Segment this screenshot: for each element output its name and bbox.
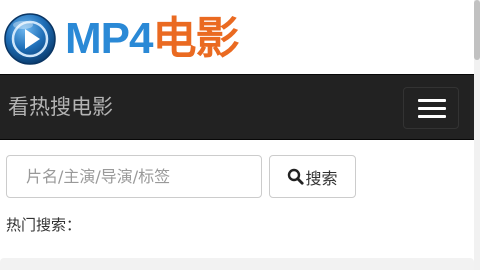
scrollbar-thumb[interactable]: [474, 0, 480, 60]
logo-text-movie: 电影: [152, 14, 239, 63]
menu-toggle-button[interactable]: [403, 87, 459, 129]
site-logo-text: MP4电影: [65, 14, 239, 64]
logo-text-mp4: MP4: [65, 14, 153, 63]
search-button-label: 搜索: [305, 168, 338, 188]
page-scrollbar[interactable]: [474, 0, 480, 270]
site-logo-link[interactable]: MP4电影: [3, 13, 239, 65]
search-icon: [288, 168, 305, 185]
content-panel: [0, 258, 474, 270]
top-navbar: 看热搜电影: [0, 74, 480, 140]
page: MP4电影 看热搜电影 搜索 热门搜索：: [0, 0, 480, 270]
navbar-brand[interactable]: 看热搜电影: [8, 94, 113, 120]
search-button[interactable]: 搜索: [269, 155, 356, 198]
logo-header: MP4电影: [0, 0, 480, 74]
hot-searches-label: 热门搜索：: [6, 216, 82, 234]
search-input[interactable]: [6, 155, 262, 198]
play-circle-icon: [4, 13, 56, 65]
